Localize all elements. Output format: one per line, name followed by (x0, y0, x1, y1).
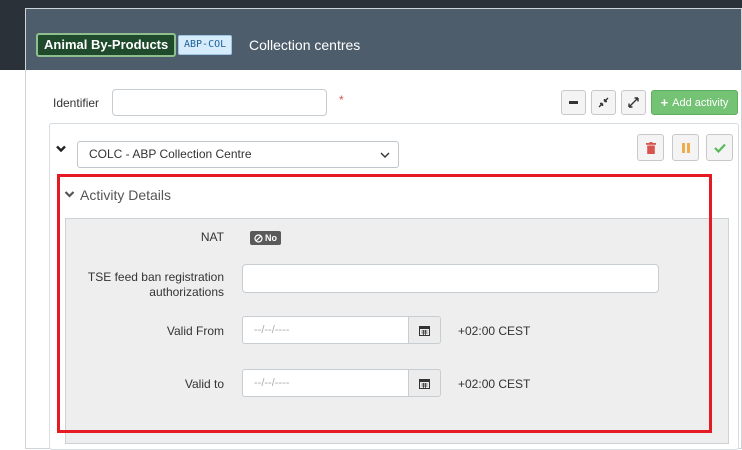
compress-button[interactable] (591, 90, 616, 115)
collapse-chevron-icon[interactable] (55, 143, 67, 155)
identifier-label: Identifier (53, 96, 100, 110)
minus-icon (569, 101, 578, 104)
activity-select-value: COLC - ABP Collection Centre (89, 147, 252, 161)
highlight-box (57, 174, 712, 433)
confirm-activity-button[interactable] (706, 134, 733, 161)
pause-activity-button[interactable] (672, 134, 699, 161)
required-marker: * (339, 93, 344, 107)
trash-icon (645, 141, 656, 154)
add-activity-button[interactable]: + Add activity (651, 90, 738, 115)
expand-button[interactable] (621, 90, 646, 115)
collapse-all-button[interactable] (561, 90, 586, 115)
module-badge: Animal By-Products (36, 33, 177, 57)
chevron-down-icon (380, 152, 390, 158)
plus-icon: + (660, 95, 669, 110)
page-title: Collection centres (249, 37, 361, 53)
add-activity-label: Add activity (672, 96, 729, 109)
compress-icon (598, 97, 609, 108)
pause-icon (681, 142, 690, 153)
expand-icon (628, 97, 639, 108)
check-icon (713, 143, 726, 153)
identifier-input[interactable] (112, 89, 327, 116)
code-badge: ABP-COL (178, 35, 233, 55)
panel-header: Animal By-Products ABP-COL Collection ce… (26, 9, 741, 70)
delete-activity-button[interactable] (637, 134, 664, 161)
activity-select[interactable]: COLC - ABP Collection Centre (77, 141, 399, 168)
